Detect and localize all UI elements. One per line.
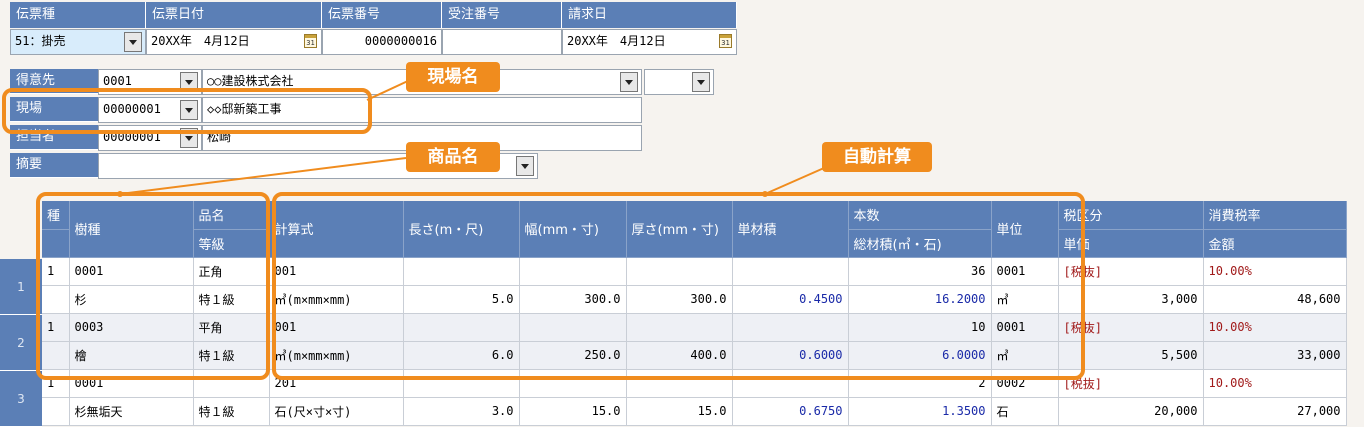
callout-line xyxy=(119,157,407,195)
product-name-highlight xyxy=(36,192,270,380)
callout-line xyxy=(764,167,825,195)
callout-line xyxy=(366,79,411,101)
site-name-highlight xyxy=(2,88,372,134)
auto-calc-callout: 自動計算 xyxy=(822,142,932,172)
product-name-callout: 商品名 xyxy=(406,142,500,172)
site-name-callout: 現場名 xyxy=(406,62,500,92)
auto-calc-highlight xyxy=(272,192,1085,380)
